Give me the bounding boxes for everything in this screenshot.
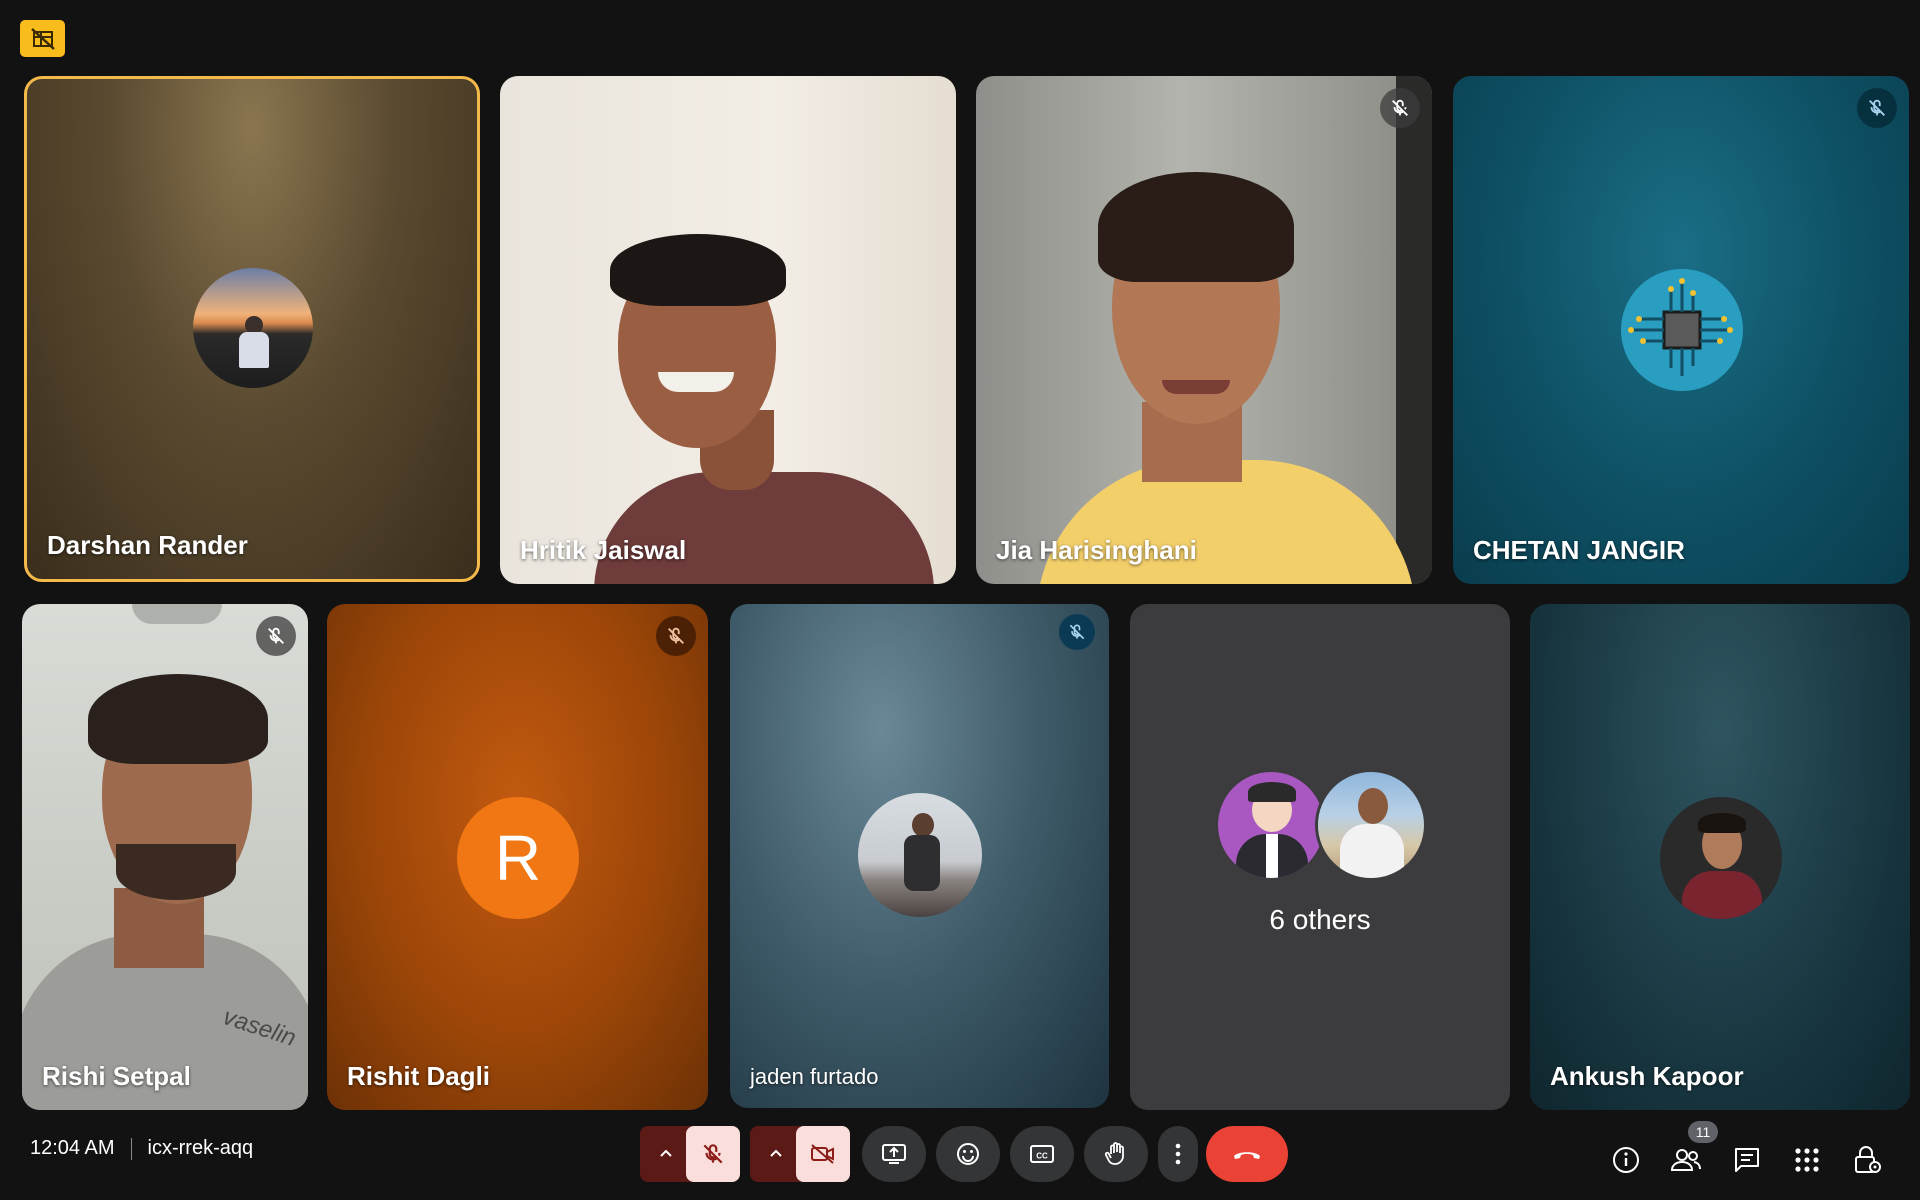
participant-name: Rishi Setpal bbox=[42, 1061, 191, 1091]
others-label: 6 others bbox=[1269, 904, 1371, 935]
more-options-button[interactable] bbox=[1158, 1126, 1198, 1182]
mic-off-icon bbox=[1857, 88, 1897, 128]
avatar bbox=[1621, 269, 1743, 391]
chat-button[interactable] bbox=[1730, 1143, 1764, 1177]
avatar bbox=[1218, 772, 1324, 878]
present-icon bbox=[882, 1144, 906, 1164]
avatar bbox=[1660, 797, 1782, 919]
chevron-up-icon bbox=[770, 1149, 782, 1157]
divider bbox=[130, 1137, 132, 1160]
participant-name: Hritik Jaiswal bbox=[520, 535, 687, 565]
more-icon bbox=[1175, 1143, 1181, 1165]
participant-name: Darshan Rander bbox=[47, 530, 248, 560]
camera-toggle-button[interactable] bbox=[796, 1126, 850, 1182]
people-count-badge: 11 bbox=[1688, 1121, 1718, 1143]
meeting-details-button[interactable] bbox=[1609, 1143, 1643, 1177]
avatar bbox=[858, 793, 982, 917]
chevron-up-icon bbox=[660, 1149, 672, 1157]
emoji-icon bbox=[957, 1143, 979, 1165]
avatar bbox=[193, 268, 313, 388]
svg-text:CC: CC bbox=[1036, 1152, 1048, 1161]
activities-button[interactable] bbox=[1790, 1143, 1824, 1177]
participant-name: Jia Harisinghani bbox=[996, 535, 1197, 565]
participant-video bbox=[500, 76, 956, 584]
participant-tile-jaden[interactable]: jaden furtado bbox=[730, 604, 1109, 1108]
meeting-info: 12:04 AM icx-rrek-aqq bbox=[30, 1137, 253, 1160]
people-count: 11 bbox=[1695, 1124, 1711, 1140]
emoji-button[interactable] bbox=[936, 1126, 1000, 1182]
mic-off-icon bbox=[656, 616, 696, 656]
captions-button[interactable]: CC bbox=[1010, 1126, 1074, 1182]
captions-icon: CC bbox=[1030, 1145, 1054, 1163]
end-call-button[interactable] bbox=[1206, 1126, 1288, 1182]
participant-tile-rishi[interactable]: vaselin Rishi Setpal bbox=[22, 604, 308, 1110]
layout-badge-icon-svg bbox=[30, 27, 55, 50]
camera-off-icon bbox=[811, 1144, 834, 1164]
people-button[interactable] bbox=[1669, 1143, 1703, 1177]
participant-tile-ankush[interactable]: Ankush Kapoor bbox=[1530, 604, 1910, 1110]
participant-tile-hritik[interactable]: Hritik Jaiswal bbox=[500, 76, 956, 584]
participant-name: jaden furtado bbox=[750, 1064, 879, 1089]
participant-name: CHETAN JANGIR bbox=[1473, 535, 1685, 565]
mic-off-icon bbox=[1380, 88, 1420, 128]
mic-toggle-button[interactable] bbox=[686, 1126, 740, 1182]
meeting-code: icx-rrek-aqq bbox=[147, 1137, 254, 1159]
participant-name: Rishit Dagli bbox=[347, 1061, 491, 1091]
participant-tile-rishit[interactable]: R Rishit Dagli bbox=[327, 604, 708, 1110]
participant-tile-darshan[interactable]: Darshan Rander bbox=[24, 76, 480, 582]
avatar bbox=[1318, 772, 1424, 878]
participant-tile-jia[interactable]: Jia Harisinghani bbox=[976, 76, 1432, 584]
avatar: R bbox=[457, 797, 579, 919]
participant-name: Ankush Kapoor bbox=[1550, 1061, 1744, 1091]
others-tile[interactable]: 6 others bbox=[1130, 604, 1510, 1110]
end-call-icon bbox=[1234, 1152, 1260, 1159]
host-controls-icon bbox=[1855, 1146, 1881, 1173]
chat-icon bbox=[1735, 1148, 1759, 1172]
mic-off-icon bbox=[1059, 614, 1095, 650]
mic-off-icon bbox=[256, 616, 296, 656]
layout-badge-icon[interactable] bbox=[20, 20, 65, 57]
apps-icon bbox=[1795, 1148, 1819, 1172]
raise-hand-icon bbox=[1104, 1142, 1124, 1165]
avatar-initial: R bbox=[494, 822, 542, 894]
mic-off-icon bbox=[703, 1144, 723, 1164]
meeting-time: 12:04 AM bbox=[30, 1137, 115, 1159]
participant-video bbox=[976, 76, 1432, 584]
raise-hand-button[interactable] bbox=[1084, 1126, 1148, 1182]
present-button[interactable] bbox=[862, 1126, 926, 1182]
participant-tile-chetan[interactable]: CHETAN JANGIR bbox=[1453, 76, 1909, 584]
people-icon bbox=[1670, 1149, 1701, 1171]
info-icon bbox=[1613, 1147, 1639, 1173]
host-controls-button[interactable] bbox=[1850, 1143, 1884, 1177]
